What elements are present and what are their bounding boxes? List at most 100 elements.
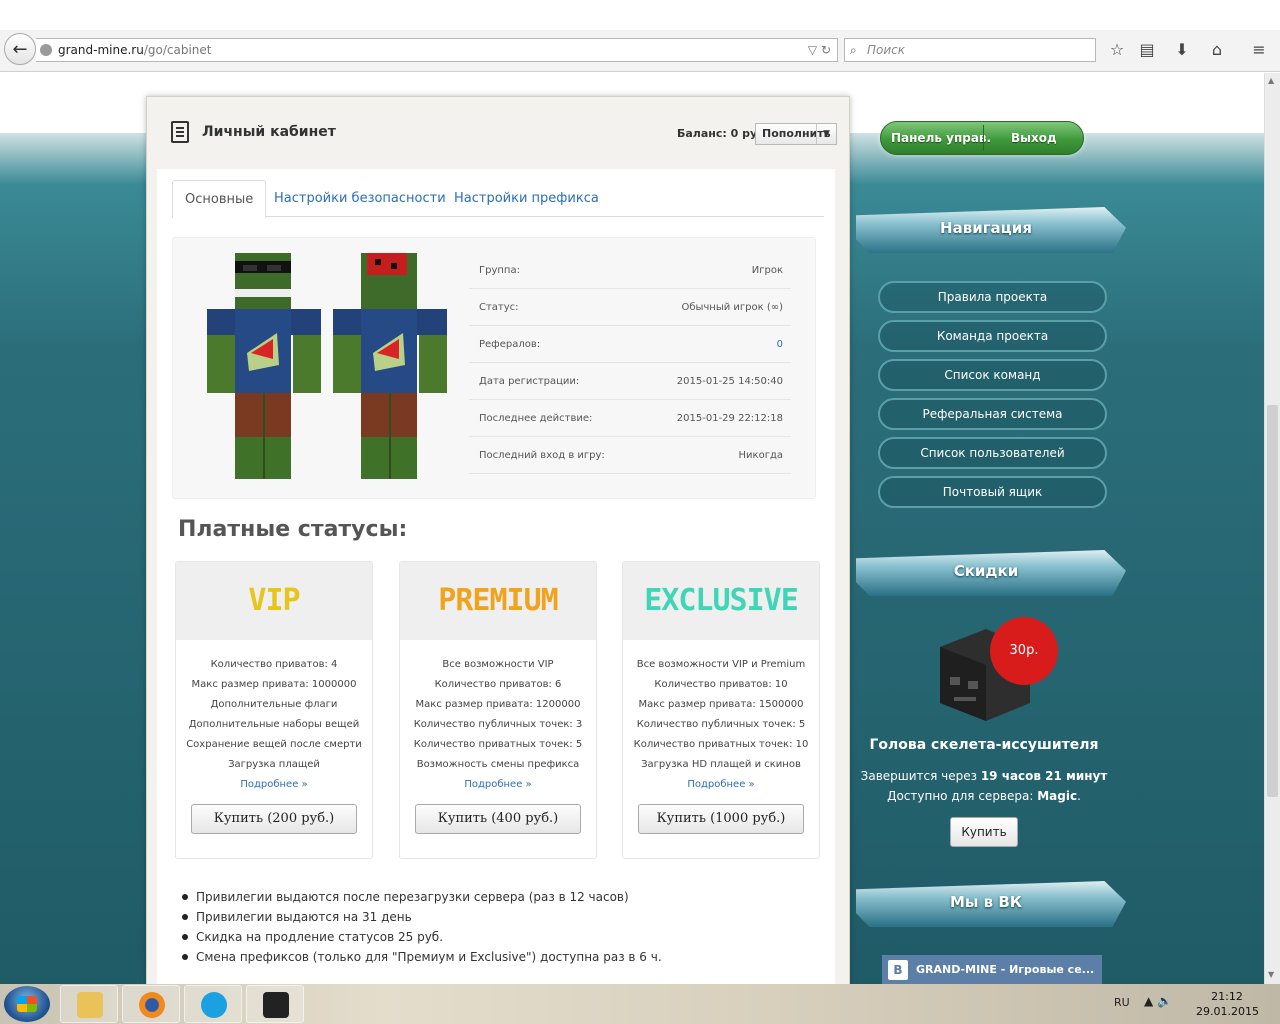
tray-arrow-icon[interactable]: ▲ bbox=[1144, 994, 1153, 1008]
vk-ribbon: Мы в ВК bbox=[856, 873, 1126, 937]
status-card-exclusive: EXCLUSIVE Все возможности VIP и Premium … bbox=[622, 561, 820, 859]
tab-security[interactable]: Настройки безопасности bbox=[262, 180, 458, 217]
firefox-icon bbox=[139, 992, 165, 1018]
skin-front-image bbox=[207, 253, 321, 479]
info-value: 2015-01-25 14:50:40 bbox=[676, 376, 783, 387]
scroll-up-icon[interactable]: ▲ bbox=[1268, 76, 1274, 85]
language-indicator[interactable]: RU bbox=[1114, 996, 1130, 1009]
profile-box: Группа: Игрок Статус: Обычный игрок (∞) Ре… bbox=[172, 237, 816, 499]
start-button[interactable] bbox=[4, 986, 50, 1022]
taskbar-explorer[interactable] bbox=[60, 985, 118, 1023]
search-icon: ⌕ bbox=[850, 43, 857, 57]
info-key: Последний вход в игру: bbox=[479, 450, 605, 461]
scroll-down-icon[interactable]: ▼ bbox=[1268, 970, 1274, 979]
folder-icon bbox=[77, 992, 103, 1018]
info-key: Последнее действие: bbox=[479, 413, 593, 424]
cabinet-header: Личный кабинет Баланс: 0 руб. Пополнить … bbox=[147, 97, 849, 169]
nav-users[interactable]: Список пользователей bbox=[878, 437, 1107, 469]
cabinet-panel: Личный кабинет Баланс: 0 руб. Пополнить … bbox=[146, 96, 850, 984]
scrollbar-thumb[interactable] bbox=[1267, 405, 1278, 797]
nav-team[interactable]: Команда проекта bbox=[878, 320, 1107, 352]
tab-prefix[interactable]: Настройки префикса bbox=[442, 180, 611, 217]
vk-logo-icon: В bbox=[888, 960, 908, 980]
app-icon bbox=[263, 992, 289, 1018]
control-panel-button[interactable]: Панель управ. bbox=[891, 122, 991, 154]
reload-icon[interactable]: ↻ bbox=[821, 43, 831, 57]
note-item: Привилегии выдаются после перезагрузки с… bbox=[182, 887, 662, 907]
volume-icon[interactable]: 🔊 bbox=[1157, 994, 1172, 1008]
status-name: PREMIUM bbox=[400, 562, 596, 640]
discount-server: Доступно для сервера: Magic. bbox=[887, 789, 1081, 803]
downloads-icon[interactable]: ⬇ bbox=[1171, 39, 1193, 61]
clock[interactable]: 21:12 29.01.2015 bbox=[1196, 989, 1259, 1019]
caret-down-icon[interactable]: ▼ bbox=[816, 124, 836, 144]
browser-toolbar: ← grand-mine.ru/go/cabinet ▽ ↻ ⌕ Поиск ☆… bbox=[0, 0, 1280, 72]
info-key: Группа: bbox=[479, 265, 520, 276]
feature-item: Количество приватов: 10 bbox=[654, 679, 788, 690]
topup-button[interactable]: Пополнить ▼ bbox=[755, 123, 837, 145]
search-placeholder: Поиск bbox=[867, 43, 906, 57]
tab-main[interactable]: Основные bbox=[172, 180, 267, 218]
skype-icon bbox=[201, 992, 227, 1018]
more-link[interactable]: Подробнее » bbox=[176, 775, 372, 795]
status-card-premium: PREMIUM Все возможности VIP Количество п… bbox=[399, 561, 597, 859]
discount-block: 30р. Голова скелета-иссушителя Завершитс… bbox=[860, 621, 1120, 851]
page-scrollbar[interactable]: ▲ ▼ bbox=[1264, 73, 1280, 984]
note-item: Смена префиксов (только для "Премиум и E… bbox=[182, 947, 662, 967]
more-link[interactable]: Подробнее » bbox=[623, 775, 819, 795]
taskbar-firefox[interactable] bbox=[122, 985, 180, 1023]
windows-taskbar: RU ▲ 🔊 21:12 29.01.2015 bbox=[0, 984, 1280, 1024]
notes-list: Привилегии выдаются после перезагрузки с… bbox=[182, 887, 662, 967]
feature-item: Дополнительные флаги bbox=[210, 699, 338, 710]
feature-item: Количество публичных точек: 5 bbox=[636, 719, 806, 730]
address-bar[interactable]: grand-mine.ru/go/cabinet ▽ ↻ bbox=[36, 38, 838, 62]
clock-date: 29.01.2015 bbox=[1196, 1005, 1259, 1018]
vk-group-name: GRAND-MINE - Игровые се... bbox=[916, 963, 1095, 976]
discounts-title: Скидки bbox=[953, 562, 1019, 580]
referrals-link[interactable]: 0 bbox=[777, 326, 783, 363]
nav-mailbox[interactable]: Почтовый ящик bbox=[878, 476, 1107, 508]
feature-item: Количество приватов: 4 bbox=[210, 659, 338, 670]
buy-exclusive-button[interactable]: Купить (1000 руб.) bbox=[638, 804, 804, 834]
info-row-registration: Дата регистрации: 2015-01-25 14:50:40 bbox=[469, 363, 791, 400]
discount-time: Завершится через 19 часов 21 минут bbox=[860, 769, 1108, 783]
nav-commands[interactable]: Список команд bbox=[878, 359, 1107, 391]
buy-premium-button[interactable]: Купить (400 руб.) bbox=[415, 804, 581, 834]
search-input[interactable]: ⌕ Поиск bbox=[844, 38, 1096, 62]
globe-icon bbox=[40, 44, 52, 56]
info-value: Игрок bbox=[751, 265, 783, 276]
url-path: /go/cabinet bbox=[143, 43, 212, 57]
buy-vip-button[interactable]: Купить (200 руб.) bbox=[191, 804, 357, 834]
nav-rules[interactable]: Правила проекта bbox=[878, 281, 1107, 313]
bookmark-star-icon[interactable]: ☆ bbox=[1106, 39, 1128, 61]
price-badge: 30р. bbox=[994, 621, 1054, 681]
vk-widget[interactable]: В GRAND-MINE - Игровые се... bbox=[882, 955, 1102, 984]
tray-icons: ▲ 🔊 bbox=[1144, 994, 1172, 1008]
page-title: Личный кабинет bbox=[202, 124, 336, 140]
navigation-ribbon: Навигация bbox=[856, 199, 1126, 263]
info-key: Статус: bbox=[479, 302, 519, 313]
feature-item: Макс размер привата: 1200000 bbox=[415, 699, 581, 710]
info-value: 2015-01-29 22:12:18 bbox=[676, 413, 783, 424]
nav-referral[interactable]: Реферальная система bbox=[878, 398, 1107, 430]
dropdown-icon[interactable]: ▽ bbox=[808, 43, 817, 57]
taskbar-app[interactable] bbox=[246, 985, 304, 1023]
feature-item: Дополнительные наборы вещей bbox=[188, 719, 360, 730]
feature-item: Количество публичных точек: 3 bbox=[413, 719, 583, 730]
url-host: grand-mine.ru bbox=[58, 43, 144, 57]
bookmarks-list-icon[interactable]: ▤ bbox=[1136, 39, 1158, 61]
discount-buy-button[interactable]: Купить bbox=[950, 817, 1018, 847]
profile-info-table: Группа: Игрок Статус: Обычный игрок (∞) Ре… bbox=[469, 252, 791, 474]
logout-button[interactable]: Выход bbox=[1011, 122, 1057, 154]
home-icon[interactable]: ⌂ bbox=[1206, 39, 1228, 61]
back-button[interactable]: ← bbox=[4, 33, 36, 65]
document-icon bbox=[171, 121, 189, 143]
navigation-title: Навигация bbox=[940, 219, 1032, 237]
more-link[interactable]: Подробнее » bbox=[400, 775, 596, 795]
feature-item: Макс размер привата: 1000000 bbox=[191, 679, 357, 690]
taskbar-skype[interactable] bbox=[184, 985, 242, 1023]
windows-logo-icon bbox=[17, 996, 37, 1012]
menu-icon[interactable]: ≡ bbox=[1248, 39, 1270, 61]
info-value: Обычный игрок (∞) bbox=[681, 302, 783, 313]
info-row-last-login: Последний вход в игру: Никогда bbox=[469, 437, 791, 474]
